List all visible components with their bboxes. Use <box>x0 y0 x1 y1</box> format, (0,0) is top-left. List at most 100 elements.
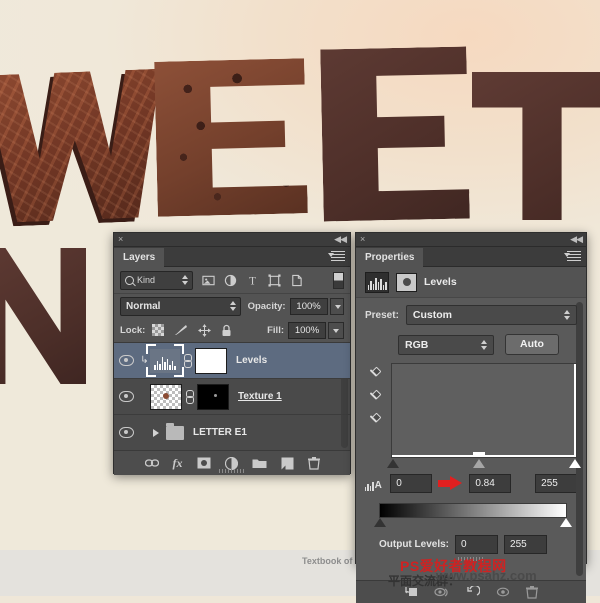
black-output-slider[interactable] <box>374 518 386 527</box>
layer-thumbnail[interactable] <box>150 383 182 410</box>
filter-kind-select[interactable]: Kind <box>120 270 193 290</box>
link-icon[interactable] <box>183 353 192 368</box>
layer-name[interactable]: Texture 1 <box>238 391 282 402</box>
delete-layer-icon[interactable] <box>307 456 320 470</box>
link-icon[interactable] <box>185 389 194 404</box>
link-layers-icon[interactable] <box>144 458 159 469</box>
lock-position-icon[interactable] <box>198 323 212 337</box>
fx-icon[interactable]: fx <box>173 456 183 471</box>
lock-transparency-icon[interactable] <box>152 324 165 336</box>
layer-mask-thumbnail[interactable] <box>197 383 229 410</box>
white-output-field[interactable]: 255 <box>504 535 548 554</box>
filter-toggle[interactable] <box>333 271 344 289</box>
lock-image-icon[interactable] <box>174 324 188 336</box>
properties-panel[interactable]: × ◀◀ Properties Levels Preset: Custom RG… <box>355 232 587 603</box>
white-output-slider[interactable] <box>560 518 572 527</box>
delete-adjustment-icon[interactable] <box>526 585 538 599</box>
layer-visibility-toggle[interactable] <box>114 427 139 438</box>
panel-menu-icon[interactable] <box>331 251 345 262</box>
panel-menu-icon[interactable] <box>567 251 581 262</box>
smart-object-icon[interactable] <box>290 274 303 287</box>
layer-mask-icon[interactable] <box>396 272 417 292</box>
adjustment-layer-icon[interactable] <box>224 274 237 287</box>
fill-dropdown-icon[interactable] <box>328 321 344 339</box>
chevron-updown-icon <box>564 310 570 320</box>
search-icon <box>125 275 134 285</box>
channel-value: RGB <box>405 338 429 351</box>
svg-text:T: T <box>249 275 256 286</box>
layers-panel-footer[interactable]: fx <box>114 450 350 475</box>
eyedropper-tools[interactable] <box>365 363 385 470</box>
lock-all-icon[interactable] <box>221 324 232 337</box>
preset-value: Custom <box>412 309 452 321</box>
layer-name[interactable]: LETTER E1 <box>193 427 247 438</box>
filter-kind-label: Kind <box>137 275 156 285</box>
layer-filter-row[interactable]: Kind T <box>114 267 350 294</box>
opacity-label: Opacity: <box>247 300 286 312</box>
channel-row[interactable]: RGB Auto <box>398 334 577 355</box>
black-point-dropper-icon[interactable] <box>368 366 382 382</box>
input-levels-row[interactable]: A 0 0.84 255 <box>365 474 577 493</box>
close-icon[interactable]: × <box>118 234 123 245</box>
shape-layer-icon[interactable] <box>268 273 281 287</box>
group-expand-arrow-icon[interactable] <box>153 428 159 437</box>
eye-icon <box>119 355 134 366</box>
lock-icons[interactable] <box>152 323 232 337</box>
tab-layers[interactable]: Layers <box>114 248 165 267</box>
new-layer-icon[interactable] <box>281 457 294 470</box>
filter-type-icons[interactable]: T <box>202 273 303 287</box>
black-output-field[interactable]: 0 <box>455 535 499 554</box>
white-input-slider[interactable] <box>569 459 581 468</box>
layer-mask-thumbnail[interactable] <box>195 347 227 374</box>
type-layer-icon[interactable]: T <box>246 274 259 287</box>
auto-button[interactable]: Auto <box>505 334 559 355</box>
new-adjustment-icon[interactable] <box>224 456 238 470</box>
white-point-dropper-icon[interactable] <box>368 412 382 428</box>
layers-panel[interactable]: × ◀◀ Layers Kind T Normal Opacity: 100% <box>113 232 351 475</box>
blend-mode-row[interactable]: Normal Opacity: 100% <box>114 294 350 318</box>
properties-body[interactable]: Preset: Custom RGB Auto A 0 0.84 255 Out… <box>356 297 586 580</box>
layer-visibility-toggle[interactable] <box>114 391 139 402</box>
output-level-sliders[interactable] <box>374 518 572 529</box>
collapse-icon[interactable]: ◀◀ <box>334 234 347 245</box>
input-level-sliders[interactable] <box>387 459 581 470</box>
opacity-input[interactable]: 100% <box>289 297 328 315</box>
properties-panel-titlebar[interactable]: × ◀◀ <box>356 233 586 247</box>
output-levels-row[interactable]: Output Levels: 0 255 <box>365 535 577 554</box>
toggle-visibility-icon[interactable] <box>496 586 510 598</box>
reset-icon[interactable] <box>466 586 480 598</box>
opacity-dropdown-icon[interactable] <box>329 297 344 315</box>
channel-select[interactable]: RGB <box>398 334 494 355</box>
layers-panel-titlebar[interactable]: × ◀◀ <box>114 233 350 247</box>
pixel-layer-icon[interactable] <box>202 274 215 287</box>
black-input-field[interactable]: 0 <box>390 474 433 493</box>
lock-row[interactable]: Lock: Fill: 100% <box>114 318 350 343</box>
table-row[interactable]: LETTER E1 <box>114 415 350 451</box>
close-icon[interactable]: × <box>360 234 365 245</box>
tab-properties[interactable]: Properties <box>356 248 424 267</box>
white-input-field[interactable]: 255 <box>535 474 577 493</box>
gamma-input-slider[interactable] <box>472 459 485 468</box>
blend-mode-select[interactable]: Normal <box>120 296 241 316</box>
chevron-updown-icon <box>182 274 188 285</box>
layer-thumbnail-levels[interactable] <box>146 343 184 377</box>
layer-list[interactable]: ↳ Levels Texture 1 LETTER E1 <box>114 343 350 451</box>
layers-tabstrip[interactable]: Layers <box>114 247 350 267</box>
table-row[interactable]: Texture 1 <box>114 379 350 415</box>
resize-grip[interactable] <box>219 469 245 473</box>
collapse-icon[interactable]: ◀◀ <box>570 234 583 245</box>
histogram-area[interactable] <box>365 363 581 470</box>
layer-name[interactable]: Levels <box>236 355 267 366</box>
gamma-input-field[interactable]: 0.84 <box>469 474 512 493</box>
new-group-icon[interactable] <box>252 457 267 469</box>
layer-visibility-toggle[interactable] <box>114 355 139 366</box>
black-input-slider[interactable] <box>387 459 399 468</box>
table-row[interactable]: ↳ Levels <box>114 343 350 379</box>
add-mask-icon[interactable] <box>197 457 211 469</box>
preset-row[interactable]: Preset: Custom <box>365 305 577 325</box>
properties-scrollbar[interactable] <box>576 302 583 576</box>
properties-tabstrip[interactable]: Properties <box>356 247 586 267</box>
preset-select[interactable]: Custom <box>405 305 577 325</box>
gray-point-dropper-icon[interactable] <box>368 389 382 405</box>
fill-input[interactable]: 100% <box>288 321 326 339</box>
